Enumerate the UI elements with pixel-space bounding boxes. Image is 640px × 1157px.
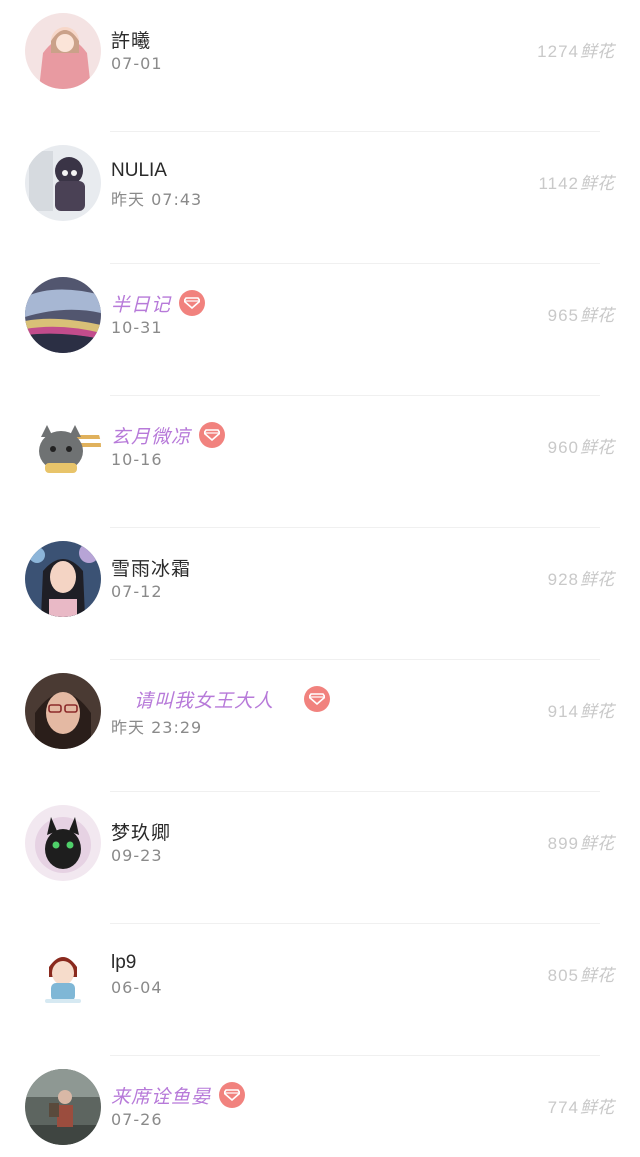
list-item[interactable]: 来席诠鱼晏 07-26 774鲜花	[0, 1056, 640, 1157]
flower-unit: 鲜花	[580, 306, 614, 326]
flower-count-value: 965	[547, 306, 579, 325]
avatar[interactable]	[25, 145, 101, 221]
flower-count-value: 928	[547, 570, 579, 589]
last-active-time: 07-12	[111, 582, 163, 601]
last-active-time: 10-31	[111, 318, 163, 337]
diamond-icon	[199, 422, 226, 448]
list-item[interactable]: lp9 06-04 805鲜花	[0, 924, 640, 1056]
last-active-time: 07-26	[111, 1110, 163, 1129]
flower-count-value: 899	[547, 834, 579, 853]
flower-count-value: 914	[547, 702, 579, 721]
flower-count: 914鲜花	[548, 697, 614, 722]
flower-count: 928鲜花	[548, 565, 614, 590]
list-item[interactable]: 雪雨冰霜 07-12 928鲜花	[0, 528, 640, 660]
flower-count: 805鲜花	[548, 961, 614, 986]
list-item[interactable]: 半日记 10-31 965鲜花	[0, 264, 640, 396]
diamond-icon	[179, 290, 206, 316]
last-active-time: 09-23	[111, 846, 163, 865]
diamond-icon	[219, 1082, 246, 1108]
flower-unit: 鲜花	[580, 174, 614, 194]
user-name[interactable]: 許曦	[111, 26, 151, 53]
user-name[interactable]: 玄月微凉	[111, 422, 191, 449]
last-active-time: 昨天 23:29	[111, 718, 203, 737]
last-active-time: 06-04	[111, 978, 163, 997]
flower-unit: 鲜花	[580, 702, 614, 722]
list-item[interactable]: 梦玖卿 09-23 899鲜花	[0, 792, 640, 924]
list-item[interactable]: NULIA 昨天 07:43 1142鲜花	[0, 132, 640, 264]
flower-unit: 鲜花	[580, 570, 614, 590]
flower-count: 965鲜花	[548, 301, 614, 326]
avatar[interactable]	[25, 937, 101, 1013]
list-item[interactable]: 请叫我女王大人 昨天 23:29 914鲜花	[0, 660, 640, 792]
flower-count-value: 805	[547, 966, 579, 985]
flower-unit: 鲜花	[580, 1098, 614, 1118]
user-name[interactable]: 请叫我女王大人	[134, 686, 274, 713]
list-item[interactable]: 玄月微凉 10-16 960鲜花	[0, 396, 640, 528]
flower-unit: 鲜花	[580, 966, 614, 986]
flower-ranking-list: 許曦 07-01 1274鲜花 NULIA 昨天 07:43 1142鲜花 半日…	[0, 0, 640, 1157]
flower-unit: 鲜花	[580, 834, 614, 854]
last-active-time: 10-16	[111, 450, 163, 469]
flower-count: 774鲜花	[548, 1093, 614, 1118]
user-name[interactable]: 来席诠鱼晏	[111, 1082, 211, 1109]
flower-count-value: 960	[547, 438, 579, 457]
last-active-time: 07-01	[111, 54, 163, 73]
avatar[interactable]	[25, 277, 101, 353]
avatar[interactable]	[25, 1069, 101, 1145]
flower-unit: 鲜花	[580, 42, 614, 62]
avatar[interactable]	[25, 541, 101, 617]
flower-count-value: 1274	[537, 42, 579, 61]
flower-count: 960鲜花	[548, 433, 614, 458]
user-name[interactable]: NULIA	[111, 160, 167, 182]
user-name[interactable]: 雪雨冰霜	[111, 554, 191, 581]
user-name[interactable]: 半日记	[111, 290, 171, 317]
flower-count-value: 1142	[538, 174, 579, 193]
flower-count: 899鲜花	[548, 829, 614, 854]
diamond-icon	[304, 686, 331, 712]
avatar[interactable]	[25, 673, 101, 749]
avatar[interactable]	[25, 13, 101, 89]
list-item[interactable]: 許曦 07-01 1274鲜花	[0, 0, 640, 132]
flower-count: 1274鲜花	[537, 37, 614, 62]
flower-unit: 鲜花	[580, 438, 614, 458]
user-name[interactable]: lp9	[111, 952, 136, 974]
avatar[interactable]	[25, 409, 101, 485]
last-active-time: 昨天 07:43	[111, 190, 203, 209]
avatar[interactable]	[25, 805, 101, 881]
flower-count-value: 774	[547, 1098, 579, 1117]
flower-count: 1142鲜花	[538, 169, 614, 194]
user-name[interactable]: 梦玖卿	[111, 818, 171, 845]
